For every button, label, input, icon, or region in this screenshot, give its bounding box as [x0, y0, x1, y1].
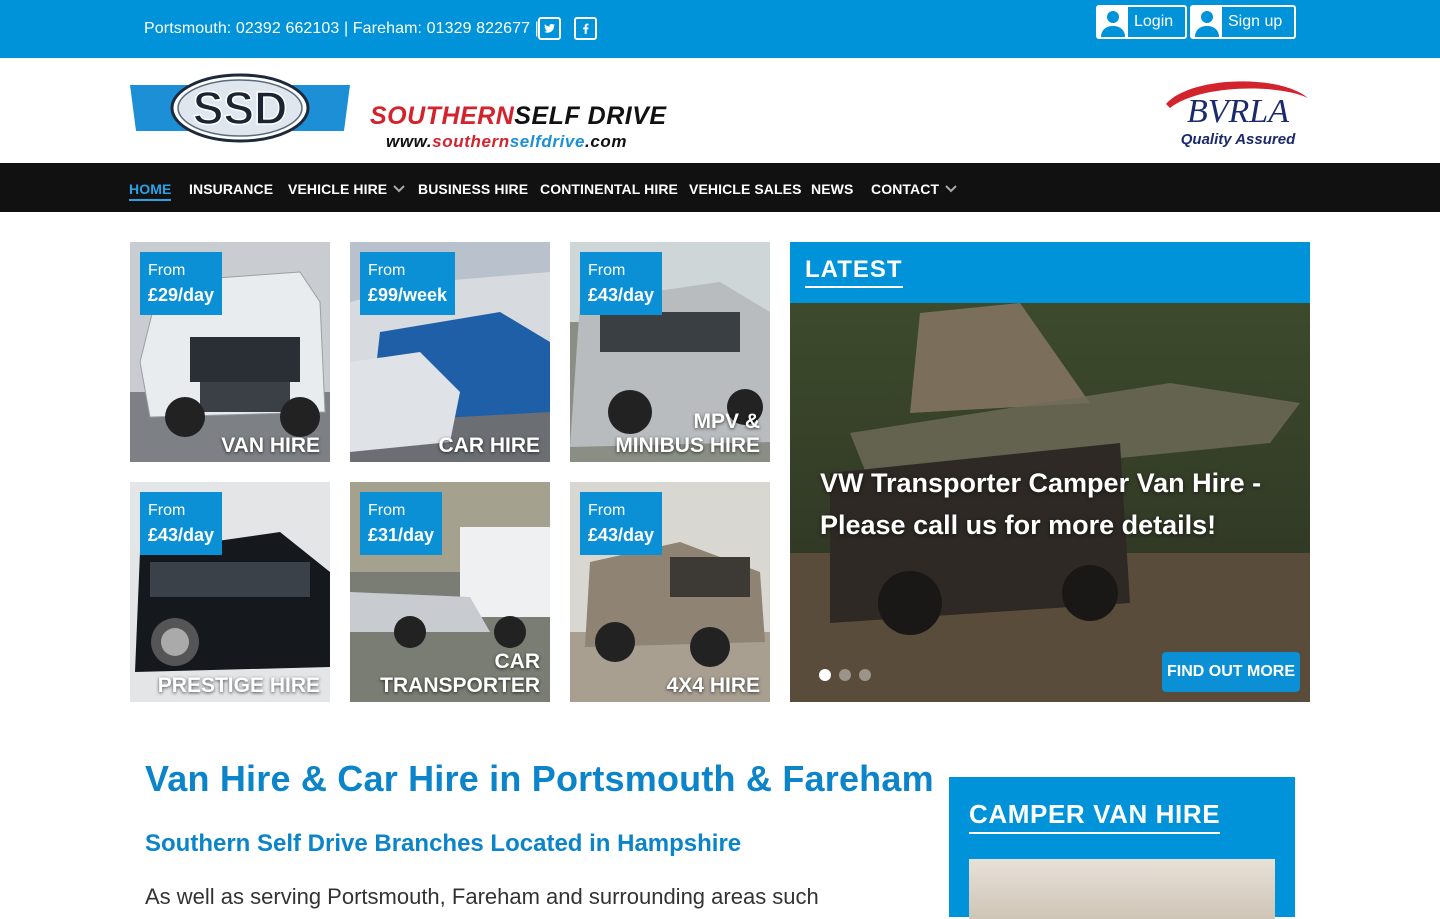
- latest-carousel: LATEST VW Transporter Camper Van Hire - …: [790, 242, 1310, 702]
- svg-text:BVRLA: BVRLA: [1187, 93, 1289, 130]
- main-nav: HOME INSURANCE VEHICLE HIRE BUSINESS HIR…: [0, 163, 1440, 212]
- tile-car-hire[interactable]: From £99/week CAR HIRE: [350, 242, 550, 462]
- price-badge: From £99/week: [360, 252, 456, 315]
- tile-4x4-hire[interactable]: From £43/day 4X4 HIRE: [570, 482, 770, 702]
- nav-business-hire[interactable]: BUSINESS HIRE: [418, 181, 528, 197]
- nav-home[interactable]: HOME: [129, 181, 172, 201]
- tile-label: CAR HIRE: [438, 434, 540, 457]
- slide-dot-2[interactable]: [839, 669, 851, 681]
- user-icon: [1192, 7, 1222, 37]
- brand-url: www.southernselfdrive.com: [386, 132, 628, 151]
- tile-label: VAN HIRE: [221, 434, 320, 457]
- brand-name: SOUTHERNSELF DRIVE www.southernselfdrive…: [370, 102, 667, 151]
- page-title: Van Hire & Car Hire in Portsmouth & Fare…: [145, 758, 934, 799]
- tile-label: CAR TRANSPORTER: [380, 650, 540, 697]
- price-badge: From £43/day: [580, 492, 663, 555]
- bvrla-logo: BVRLA Quality Assured: [1166, 81, 1308, 148]
- intro-paragraph: As well as serving Portsmouth, Fareham a…: [145, 884, 819, 909]
- tile-car-transporter[interactable]: From £31/day CAR TRANSPORTER: [350, 482, 550, 702]
- nav-vehicle-sales[interactable]: VEHICLE SALES: [689, 181, 802, 197]
- tile-label: PRESTIGE HIRE: [157, 674, 320, 697]
- logo-text: SSD: [193, 82, 288, 134]
- price-badge: From £31/day: [360, 492, 443, 555]
- price-badge: From £43/day: [140, 492, 223, 555]
- latest-header: LATEST: [790, 242, 1310, 303]
- camper-van-hire-widget: CAMPER VAN HIRE: [949, 777, 1295, 919]
- price-badge: From £43/day: [580, 252, 663, 315]
- tile-label: 4X4 HIRE: [666, 674, 760, 697]
- login-button[interactable]: Login: [1096, 5, 1187, 39]
- find-out-more-button[interactable]: FIND OUT MORE: [1162, 652, 1300, 692]
- price-badge: From £29/day: [140, 252, 223, 315]
- tile-mpv-minibus-hire[interactable]: From £43/day MPV & MINIBUS HIRE: [570, 242, 770, 462]
- phone-numbers: Portsmouth: 02392 662103 | Fareham: 0132…: [144, 20, 539, 37]
- site-header: SSD SOUTHERNSELF DRIVE www.southernselfd…: [0, 58, 1440, 163]
- nav-insurance[interactable]: INSURANCE: [189, 181, 273, 197]
- page-subtitle: Southern Self Drive Branches Located in …: [145, 830, 742, 857]
- sidebar-title: CAMPER VAN HIRE: [969, 799, 1221, 834]
- facebook-icon[interactable]: [574, 17, 597, 40]
- nav-contact[interactable]: CONTACT: [871, 181, 957, 197]
- top-bar: Portsmouth: 02392 662103 | Fareham: 0132…: [0, 0, 1440, 58]
- slide-dot-3[interactable]: [859, 669, 871, 681]
- slide-dot-1[interactable]: [819, 669, 831, 681]
- nav-vehicle-hire[interactable]: VEHICLE HIRE: [288, 181, 405, 197]
- twitter-icon[interactable]: [538, 17, 561, 40]
- signup-button[interactable]: Sign up: [1190, 5, 1296, 39]
- chevron-down-icon: [945, 185, 957, 193]
- tile-van-hire[interactable]: From £29/day VAN HIRE: [130, 242, 330, 462]
- nav-news[interactable]: NEWS: [811, 181, 853, 197]
- svg-text:Quality Assured: Quality Assured: [1181, 131, 1296, 148]
- camper-van-image[interactable]: [969, 859, 1275, 919]
- nav-continental-hire[interactable]: CONTINENTAL HIRE: [540, 181, 678, 197]
- tile-label: MPV & MINIBUS HIRE: [615, 410, 760, 457]
- signup-label: Sign up: [1228, 13, 1283, 30]
- login-label: Login: [1134, 13, 1174, 30]
- slide-caption: VW Transporter Camper Van Hire - Please …: [820, 468, 1262, 540]
- chevron-down-icon: [393, 185, 405, 193]
- latest-title: LATEST: [805, 256, 903, 288]
- user-icon: [1098, 7, 1128, 37]
- tile-prestige-hire[interactable]: From £43/day PRESTIGE HIRE: [130, 482, 330, 702]
